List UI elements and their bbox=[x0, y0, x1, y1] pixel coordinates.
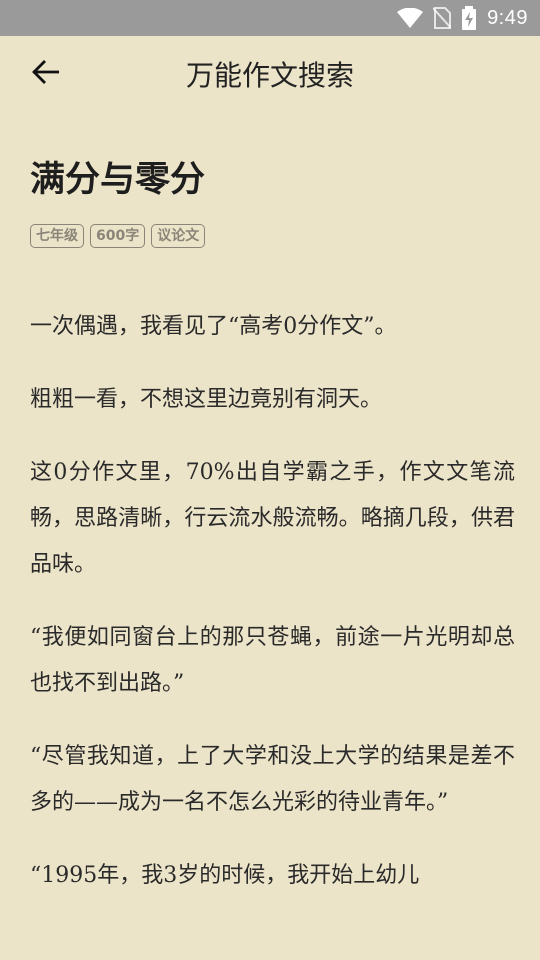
app-bar: 万能作文搜索 bbox=[0, 36, 540, 112]
article-paragraph: “尽管我知道，上了大学和没上大学的结果是差不多的——成为一名不怎么光彩的待业青年… bbox=[30, 744, 515, 815]
status-bar: 9:49 bbox=[0, 0, 540, 36]
article-body: 一次偶遇，我看见了“高考0分作文”。 粗粗一看，不想这里边竟别有洞天。 这0分作… bbox=[30, 304, 515, 899]
article-paragraph: 粗粗一看，不想这里边竟别有洞天。 bbox=[30, 387, 383, 412]
tag-genre[interactable]: 议论文 bbox=[151, 224, 206, 248]
tag-grade[interactable]: 七年级 bbox=[30, 224, 84, 248]
wifi-icon bbox=[397, 8, 424, 28]
article-title: 满分与零分 bbox=[30, 159, 206, 200]
app-title: 万能作文搜索 bbox=[185, 59, 354, 92]
back-button[interactable] bbox=[22, 54, 70, 94]
article-paragraph: 这0分作文里，70%出自学霸之手，作文文笔流畅，思路清晰，行云流水般流畅。略摘几… bbox=[30, 460, 515, 577]
no-sim-icon bbox=[433, 7, 452, 29]
battery-charging-icon bbox=[461, 6, 477, 30]
article-content: 满分与零分 七年级 600字 议论文 一次偶遇，我看见了“高考0分作文”。 粗粗… bbox=[30, 150, 515, 926]
article-paragraph: “我便如同窗台上的那只苍蝇，前途一片光明却总也找不到出路。” bbox=[30, 625, 515, 696]
article-paragraph: “1995年，我3岁的时候，我开始上幼儿 bbox=[30, 863, 420, 888]
tag-word-count[interactable]: 600字 bbox=[90, 224, 146, 248]
tag-list: 七年级 600字 议论文 bbox=[30, 224, 515, 248]
article-paragraph: 一次偶遇，我看见了“高考0分作文”。 bbox=[30, 314, 397, 339]
arrow-left-icon bbox=[31, 59, 61, 89]
status-time: 9:49 bbox=[487, 6, 528, 29]
